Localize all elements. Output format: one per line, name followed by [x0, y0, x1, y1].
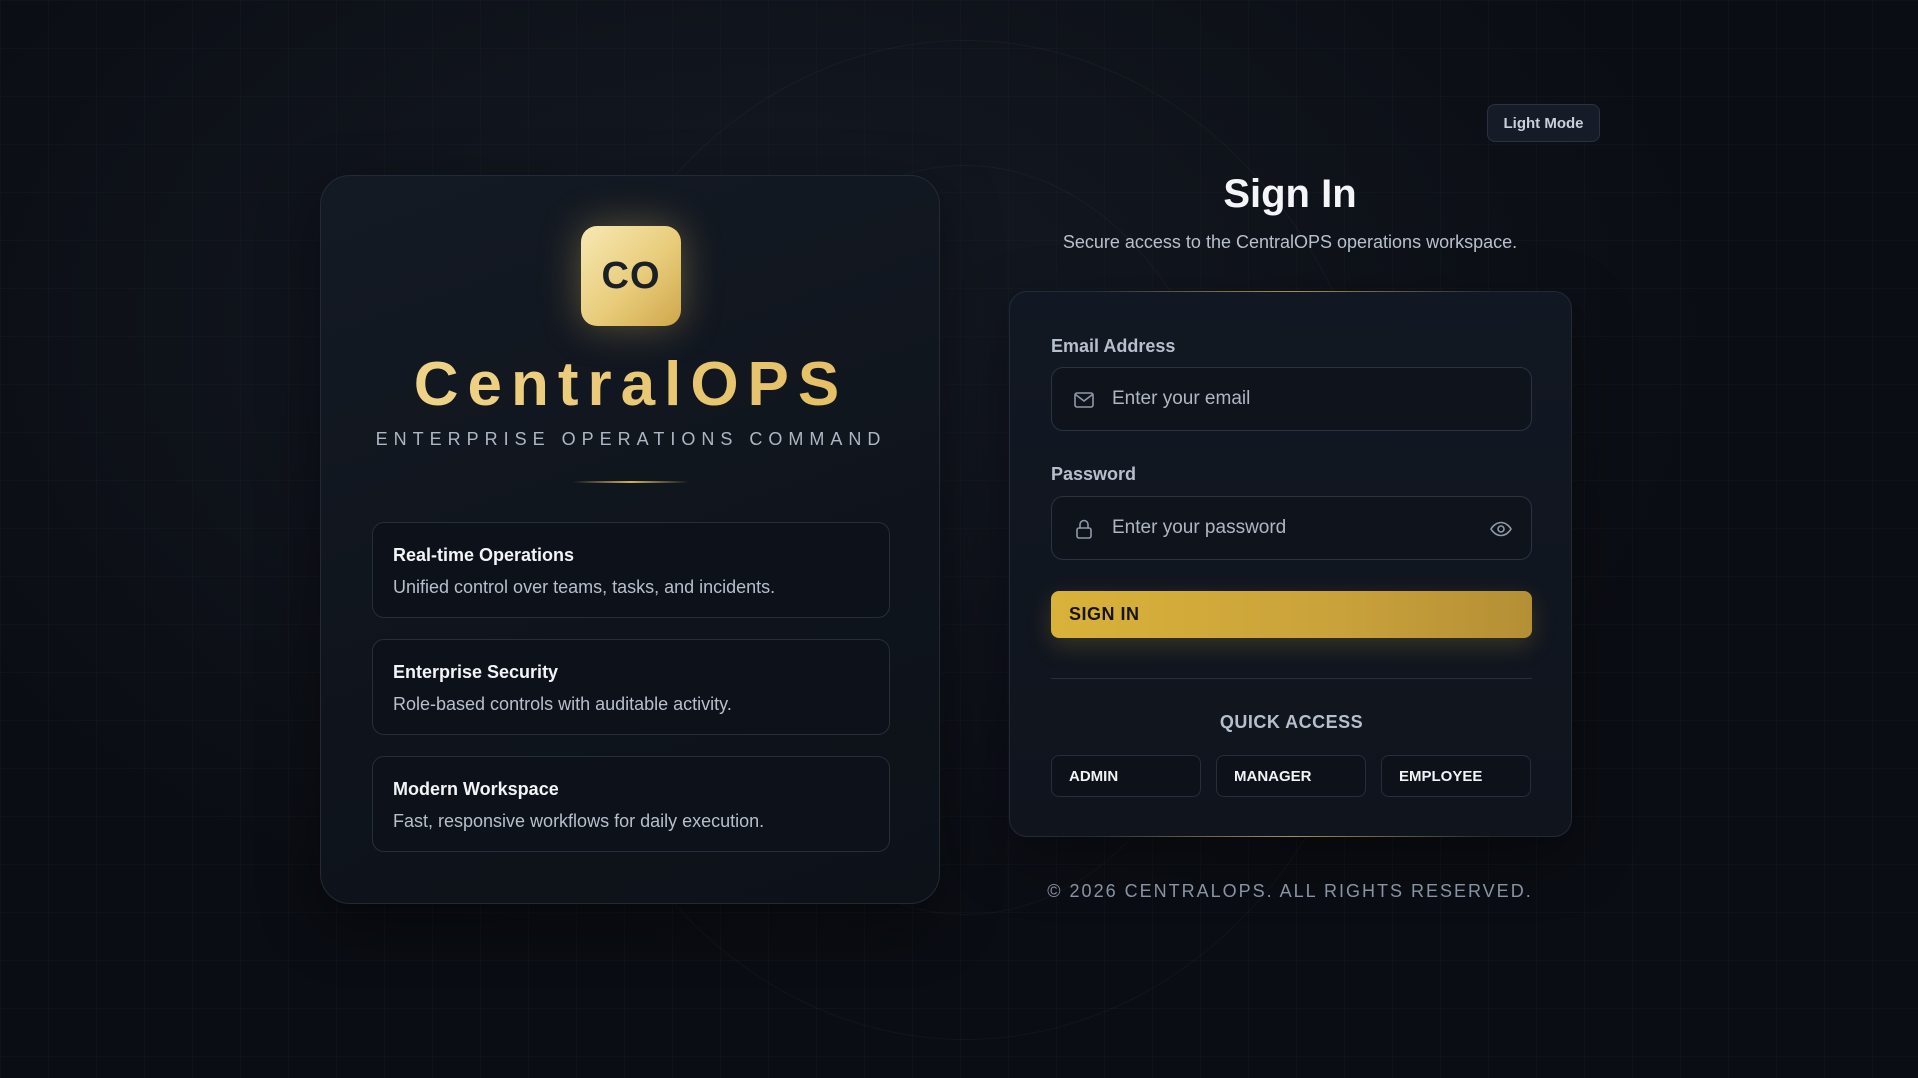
password-field-container	[1051, 496, 1532, 560]
feature-title: Real-time Operations	[393, 545, 575, 565]
quick-access-title: QUICK ACCESS	[1219, 712, 1364, 732]
feature-card-enterprise-security: Enterprise Security Role-based controls …	[372, 639, 890, 735]
feature-title: Modern Workspace	[393, 779, 559, 799]
login-page: Light Mode CO CentralOPS ENTERPRISE OPER…	[0, 0, 1918, 1078]
brand-divider	[573, 481, 689, 483]
mail-icon	[1074, 392, 1094, 408]
feature-description: Fast, responsive workflows for daily exe…	[393, 811, 765, 831]
signin-subtitle: Secure access to the CentralOPS operatio…	[1062, 232, 1518, 252]
signin-form-card: Email Address Password SIGN IN QUICK ACC…	[1009, 291, 1572, 837]
eye-icon[interactable]	[1489, 517, 1513, 541]
lock-icon	[1076, 519, 1092, 539]
quick-access-admin-button[interactable]: ADMIN	[1051, 755, 1201, 797]
password-input[interactable]	[1112, 497, 1492, 559]
copyright-footer: © 2026 CENTRALOPS. ALL RIGHTS RESERVED.	[1047, 881, 1533, 901]
light-mode-toggle-button[interactable]: Light Mode	[1487, 104, 1600, 142]
brand-logo: CO	[581, 226, 681, 326]
feature-card-realtime-operations: Real-time Operations Unified control ove…	[372, 522, 890, 618]
feature-card-modern-workspace: Modern Workspace Fast, responsive workfl…	[372, 756, 890, 852]
email-field-container	[1051, 367, 1532, 431]
brand-tagline: ENTERPRISE OPERATIONS COMMAND	[375, 429, 887, 449]
signin-title: Sign In	[1223, 172, 1357, 216]
email-label: Email Address	[1051, 336, 1176, 356]
brand-name: CentralOPS	[321, 349, 941, 420]
quick-access-employee-button[interactable]: EMPLOYEE	[1381, 755, 1531, 797]
form-divider	[1051, 678, 1532, 679]
password-label: Password	[1051, 464, 1137, 484]
brand-panel: CO CentralOPS ENTERPRISE OPERATIONS COMM…	[320, 175, 940, 904]
sign-in-button[interactable]: SIGN IN	[1051, 591, 1532, 638]
brand-logo-text: CO	[601, 254, 661, 297]
feature-description: Unified control over teams, tasks, and i…	[393, 577, 776, 597]
email-input[interactable]	[1112, 368, 1492, 430]
quick-access-manager-button[interactable]: MANAGER	[1216, 755, 1366, 797]
feature-description: Role-based controls with auditable activ…	[393, 694, 732, 714]
feature-title: Enterprise Security	[393, 662, 559, 682]
